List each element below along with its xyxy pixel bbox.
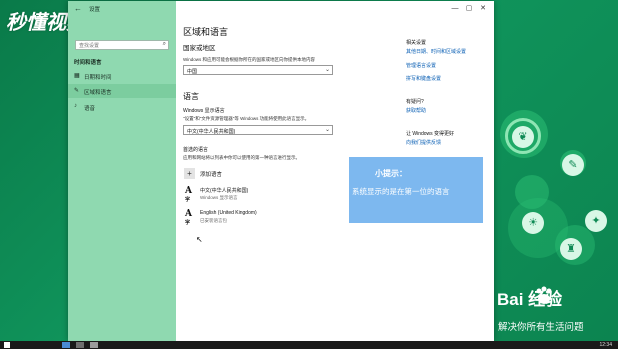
country-description: Windows 和应用可能会根据你所在的国家或地区向你提供本地内容 [183, 57, 316, 62]
maximize-button[interactable]: ▢ [462, 4, 476, 12]
baidu-watermark: Bai 经验 解决你所有生活问题 [497, 285, 584, 333]
add-language-button[interactable]: + [184, 168, 195, 179]
taskbar-clock: 12:34 [599, 342, 612, 348]
display-language-select[interactable]: 中文(中华人民共和国) ⌄ [183, 125, 333, 135]
display-language-value: 中文(中华人民共和国) [187, 128, 236, 135]
sidebar-item-date-time[interactable]: ▦ 日期和时间 [68, 69, 176, 83]
chevron-down-icon: ⌄ [324, 127, 330, 133]
feedback-link[interactable]: 向我们提供反馈 [406, 139, 441, 146]
language-name[interactable]: English (United Kingdom) [200, 210, 257, 216]
pen-icon: ✎ [562, 154, 584, 176]
close-button[interactable]: ✕ [476, 4, 490, 12]
display-language-heading: Windows 显示语言 [183, 108, 225, 114]
country-value: 中国 [187, 68, 198, 75]
tip-box: 小提示： 系统显示的是在第一位的语言 [349, 157, 483, 223]
language-heading: 语言 [183, 92, 199, 101]
paw-icon [536, 286, 552, 304]
related-link-keyboard[interactable]: 拼写和键盘设置 [406, 75, 441, 82]
window-controls: — ▢ ✕ [448, 4, 490, 12]
sidebar-item-label: 语音 [84, 106, 96, 112]
taskbar-app-icon[interactable] [76, 342, 84, 348]
language-name[interactable]: 中文(中华人民共和国) [200, 187, 248, 194]
language-glyph-icon: A字 [185, 209, 192, 226]
language-glyph-icon: A字 [185, 186, 192, 203]
calendar-icon: ▦ [74, 73, 80, 79]
back-button[interactable]: ← [74, 4, 82, 13]
language-subtitle: 已安装语言包 [200, 218, 227, 223]
microphone-icon: ♪ [74, 103, 77, 109]
search-placeholder: 查找设置 [79, 43, 100, 49]
country-select[interactable]: 中国 ⌄ [183, 65, 333, 75]
related-link-language[interactable]: 管理语言设置 [406, 62, 436, 69]
leaf-icon: ❦ [512, 126, 534, 148]
page-title: 区域和语言 [183, 27, 229, 37]
settings-taskbar-icon[interactable] [90, 342, 98, 348]
tip-title: 小提示： [375, 169, 407, 178]
star-icon: ✦ [585, 210, 607, 232]
sidebar-item-region-language[interactable]: ✎ 区域和语言 [68, 84, 176, 98]
get-help-link[interactable]: 获取帮助 [406, 107, 426, 114]
chevron-down-icon: ⌄ [324, 67, 330, 73]
sidebar-item-label: 日期和时间 [84, 75, 112, 81]
title-bar: ← 设置 — ▢ ✕ [68, 1, 494, 17]
language-subtitle: Windows 显示语言 [200, 195, 238, 200]
window-title: 设置 [89, 7, 101, 13]
related-link-datetime[interactable]: 其他日期、时间和区域设置 [406, 48, 466, 55]
minimize-button[interactable]: — [448, 5, 462, 12]
sun-icon: ☀ [522, 212, 544, 234]
feedback-heading: 让 Windows 变得更好 [406, 131, 455, 137]
sidebar-item-label: 区域和语言 [84, 90, 112, 96]
sidebar-heading: 时间和语言 [74, 60, 102, 66]
country-heading: 国家或地区 [183, 45, 216, 52]
plus-icon: + [187, 169, 192, 178]
region-language-icon: ✎ [74, 88, 80, 94]
person-icon: ♜ [560, 238, 582, 260]
preferred-languages-description: 应用和网站将以列表中你可以使用的第一种语言进行显示。 [183, 155, 300, 160]
mouse-cursor-icon: ↖ [196, 235, 203, 244]
start-button[interactable] [4, 342, 10, 348]
taskbar: 12:34 [0, 341, 618, 349]
related-heading: 相关设置 [406, 40, 427, 46]
sidebar-item-speech[interactable]: ♪ 语音 [68, 100, 176, 114]
question-heading: 有疑问? [406, 99, 424, 105]
search-input[interactable]: 查找设置 ⌕ [75, 40, 169, 50]
preferred-languages-heading: 首选的语言 [183, 147, 209, 153]
baidu-slogan: 解决你所有生活问题 [498, 322, 584, 333]
search-icon: ⌕ [162, 41, 166, 47]
tip-body: 系统显示的是在第一位的语言 [352, 187, 450, 196]
add-language-label[interactable]: 添加语言 [200, 170, 222, 178]
taskbar-app-icon[interactable] [62, 342, 70, 348]
sidebar: 查找设置 ⌕ 时间和语言 ▦ 日期和时间 ✎ 区域和语言 ♪ 语音 [68, 1, 176, 341]
display-language-description: "设置"和"文件资源管理器"等 Windows 功能将使用此语言显示。 [183, 116, 310, 121]
